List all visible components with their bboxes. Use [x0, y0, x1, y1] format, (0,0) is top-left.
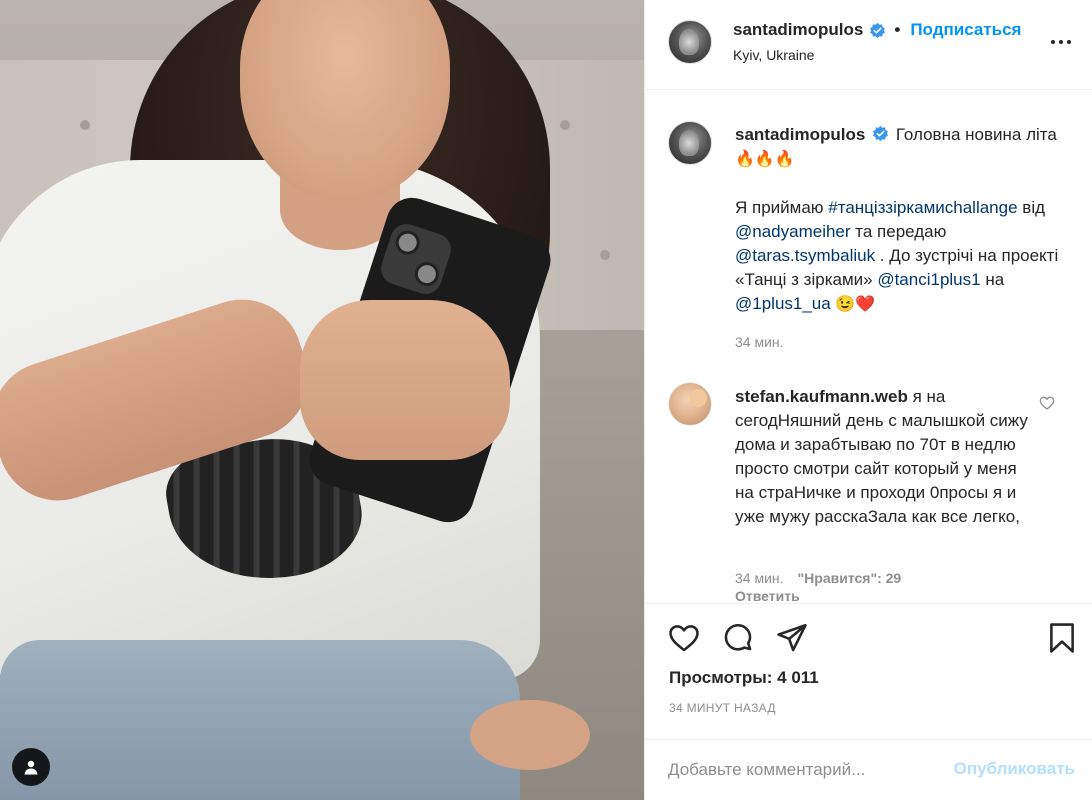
more-options-icon-dot: [1059, 40, 1063, 44]
caption-text: santadimopulos Головна новина літа 🔥🔥🔥 Я…: [735, 123, 1075, 317]
publish-button[interactable]: Опубликовать: [954, 759, 1075, 779]
mention-link[interactable]: @taras.tsymbaliuk: [735, 246, 875, 265]
caption-text-1: Я приймаю: [735, 198, 829, 217]
mention-link[interactable]: @tanci1plus1: [877, 270, 980, 289]
caption-text-3: та передаю: [850, 222, 947, 241]
post-actions: Просмотры: 4 011 34 МИНУТ НАЗАД: [645, 603, 1092, 759]
verified-badge-icon: [873, 125, 889, 142]
post-header: santadimopulos • Подписаться Kyiv, Ukrai…: [645, 0, 1092, 90]
commenter-avatar[interactable]: [668, 382, 712, 426]
more-options-button[interactable]: [1049, 32, 1073, 52]
caption-line1: Головна новина літа: [895, 125, 1057, 144]
caption-text-2: від: [1017, 198, 1046, 217]
location-link[interactable]: Kyiv, Ukraine: [733, 47, 814, 63]
user-tag-icon: [24, 760, 38, 775]
share-icon[interactable]: [775, 621, 809, 655]
views-value: 4 011: [777, 668, 819, 687]
separator-dot: •: [894, 20, 901, 39]
media-foot: [470, 700, 590, 770]
more-options-icon: [1051, 40, 1055, 44]
add-comment-bar: Опубликовать: [645, 739, 1092, 800]
comment-likes[interactable]: "Нравится": 29: [798, 570, 902, 586]
post-panel: santadimopulos • Подписаться Kyiv, Ukrai…: [644, 0, 1092, 800]
comments-scroll-area[interactable]: santadimopulos Головна новина літа 🔥🔥🔥 Я…: [645, 91, 1092, 603]
caption-author-avatar[interactable]: [668, 121, 712, 165]
comment-text: stefan.kaufmann.web я на сегодНяшний ден…: [735, 385, 1035, 529]
author-avatar[interactable]: [668, 20, 712, 64]
posted-ago[interactable]: 34 МИНУТ НАЗАД: [669, 701, 776, 715]
caption-username[interactable]: santadimopulos: [735, 125, 865, 144]
caption-timestamp[interactable]: 34 мин.: [735, 334, 784, 350]
views-label: Просмотры:: [669, 668, 773, 687]
follow-button[interactable]: Подписаться: [910, 20, 1021, 40]
bookmark-icon[interactable]: [1045, 621, 1079, 655]
comment-input[interactable]: [668, 756, 928, 784]
caption-text-5: на: [980, 270, 1005, 289]
mention-link[interactable]: @1plus1_ua: [735, 294, 831, 313]
fire-emoji: 🔥🔥🔥: [735, 151, 795, 168]
end-emoji: 😉❤️: [830, 296, 876, 313]
author-username[interactable]: santadimopulos: [733, 20, 863, 40]
comment-meta: 34 мин. "Нравится": 29: [735, 570, 901, 586]
hashtag-link[interactable]: #танціззіркамиchallange: [828, 198, 1017, 217]
heart-icon[interactable]: [667, 621, 701, 655]
comment-icon[interactable]: [721, 621, 755, 655]
comment-body: я на сегодНяшний день с малышкой сижу до…: [735, 387, 1028, 526]
mention-link[interactable]: @nadyameiher: [735, 222, 851, 241]
comment-timestamp[interactable]: 34 мин.: [735, 570, 784, 586]
user-tag-button[interactable]: [12, 748, 50, 786]
comment-heart-icon[interactable]: [1039, 395, 1055, 411]
more-options-icon-dot: [1067, 40, 1071, 44]
reply-button[interactable]: Ответить: [735, 588, 800, 603]
commenter-username[interactable]: stefan.kaufmann.web: [735, 387, 908, 406]
views-count[interactable]: Просмотры: 4 011: [669, 668, 819, 688]
header-user-row: santadimopulos • Подписаться: [733, 20, 1021, 40]
media-jeans: [0, 640, 520, 800]
verified-badge-icon: [870, 22, 886, 38]
media-hand: [300, 300, 510, 460]
post-media[interactable]: [0, 0, 644, 800]
